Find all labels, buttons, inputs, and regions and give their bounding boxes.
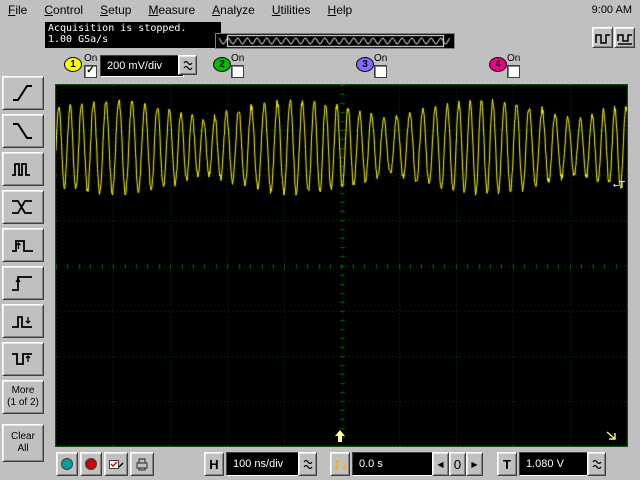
sidebar-clear-all-button[interactable]: Clear All <box>2 424 44 462</box>
channel-2-on-label: On <box>231 53 244 64</box>
waveform-display: ←T <box>55 84 628 447</box>
scope-graticule-canvas[interactable] <box>56 85 627 446</box>
menu-measure[interactable]: Measure <box>140 0 204 20</box>
annotation-button[interactable] <box>104 452 128 476</box>
channel-1-scale-display[interactable]: 200 mV/div <box>100 55 184 77</box>
sidebar-pulse-width-button[interactable] <box>2 228 44 262</box>
oscilloscope-app: File Control Setup Measure Analyze Utili… <box>0 0 640 480</box>
trigger-source-number: 1 <box>342 461 347 471</box>
channel-4-on-label: On <box>507 53 520 64</box>
trigger-time-marker[interactable] <box>334 429 346 443</box>
rise-step-arrow-icon <box>10 271 36 295</box>
channel-4-badge[interactable]: 4 <box>489 57 507 72</box>
channel-3-badge[interactable]: 3 <box>356 57 374 72</box>
menu-utilities[interactable]: Utilities <box>264 0 320 20</box>
low-pulse-arrow-icon <box>10 347 36 371</box>
menu-control[interactable]: Control <box>36 0 92 20</box>
sidebar-pulse-train-button[interactable] <box>2 152 44 186</box>
menu-bar: File Control Setup Measure Analyze Utili… <box>0 0 640 20</box>
run-icon <box>61 458 73 470</box>
checkbox-pen-icon <box>108 457 124 471</box>
sidebar-dual-edge-button[interactable] <box>2 190 44 224</box>
trigger-position-display[interactable]: 0.0 s <box>352 452 438 476</box>
square-wave-icon <box>595 31 611 45</box>
sidebar-more-button[interactable]: More (1 of 2) <box>2 380 44 414</box>
falling-edge-icon <box>10 119 36 143</box>
sample-rate-text: 1.00 GSa/s <box>48 34 218 45</box>
channel-4-on-checkbox[interactable] <box>507 65 520 78</box>
sidebar-rise-time-button[interactable] <box>2 266 44 300</box>
channel-1-on-checkbox[interactable]: ✓ <box>84 65 97 78</box>
clear-all-label-1: Clear <box>11 431 35 443</box>
position-right-button[interactable]: ▶ <box>466 452 483 476</box>
menu-file[interactable]: File <box>0 0 36 20</box>
fine-adjust-icon <box>302 458 314 470</box>
pulse-mode-button-1[interactable] <box>592 27 613 48</box>
timebase-spinner[interactable] <box>298 452 317 476</box>
trigger-level-marker[interactable]: ←T <box>613 180 625 191</box>
channel-3-on-label: On <box>374 53 387 64</box>
printer-icon <box>134 457 150 471</box>
square-wave-underline-icon <box>617 31 633 45</box>
channel-1-scale-spinner[interactable] <box>178 55 197 75</box>
pulse-mode-button-2[interactable] <box>614 27 635 48</box>
memory-preview-bar[interactable] <box>215 33 455 49</box>
sidebar-falling-edge-button[interactable] <box>2 114 44 148</box>
timebase-scale-display[interactable]: 100 ns/div <box>226 452 304 476</box>
pulse-train-icon <box>10 157 36 181</box>
narrow-pulse-arrow-icon <box>10 309 36 333</box>
run-button[interactable] <box>56 452 78 476</box>
print-button[interactable] <box>130 452 154 476</box>
trigger-source-icon: 1 <box>332 456 348 472</box>
channel-1-on-label: On <box>84 53 97 64</box>
acquisition-status-text: Acquisition is stopped. <box>48 23 218 34</box>
fine-adjust-icon <box>591 458 603 470</box>
horizontal-setup-button[interactable]: H <box>204 452 224 476</box>
pulse-width-icon <box>10 233 36 257</box>
trigger-level-display[interactable]: 1.080 V <box>519 452 593 476</box>
menu-help[interactable]: Help <box>320 0 362 20</box>
channel-1-badge[interactable]: 1 <box>64 57 82 72</box>
rising-edge-icon <box>10 81 36 105</box>
menu-analyze[interactable]: Analyze <box>204 0 264 20</box>
stop-icon <box>85 458 97 470</box>
sidebar-low-pulse-button[interactable] <box>2 342 44 376</box>
fine-adjust-icon <box>182 59 194 71</box>
dual-edge-icon <box>10 195 36 219</box>
position-left-button[interactable]: ◀ <box>432 452 449 476</box>
channel-3-on-checkbox[interactable] <box>374 65 387 78</box>
channel-2-badge[interactable]: 2 <box>213 57 231 72</box>
trigger-level-spinner[interactable] <box>587 452 606 476</box>
position-zero-button[interactable]: 0 <box>449 452 466 476</box>
trigger-source-button[interactable]: 1 <box>330 452 350 476</box>
acquisition-status: Acquisition is stopped. 1.00 GSa/s <box>45 22 221 48</box>
sweep-reference-arrow-icon <box>605 430 619 443</box>
channel-2-on-checkbox[interactable] <box>231 65 244 78</box>
menu-setup[interactable]: Setup <box>92 0 140 20</box>
clock: 9:00 AM <box>592 4 640 16</box>
clear-all-label-2: All <box>17 443 28 455</box>
more-label: More <box>12 385 35 397</box>
trigger-setup-button[interactable]: T <box>497 452 517 476</box>
stop-button[interactable] <box>80 452 102 476</box>
sidebar-rising-edge-button[interactable] <box>2 76 44 110</box>
sidebar-glitch-button[interactable] <box>2 304 44 338</box>
more-page-indicator: (1 of 2) <box>7 397 39 409</box>
